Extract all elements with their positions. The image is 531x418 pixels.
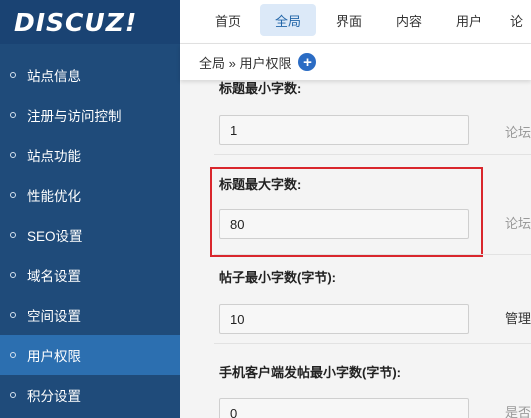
highlight-box — [210, 167, 483, 257]
sidebar-item-label: 空间设置 — [27, 309, 81, 324]
tab-global[interactable]: 全局 — [260, 4, 316, 36]
sidebar-item-label: 积分设置 — [27, 389, 81, 404]
field-hint-title-min: 论坛 — [505, 125, 531, 140]
field-hint-mobile-min: 是否 — [505, 405, 531, 418]
sidebar-item-label: SEO设置 — [27, 229, 83, 244]
bullet-icon — [10, 352, 16, 358]
tab-home[interactable]: 首页 — [204, 4, 252, 36]
post-min-input[interactable]: 10 — [219, 304, 469, 334]
sidebar-item-space[interactable]: 空间设置 — [0, 295, 180, 335]
top-nav: 首页 全局 界面 内容 用户 论 — [180, 0, 531, 44]
field-hint-title-max: 论坛 — [505, 216, 531, 231]
sidebar-item-domain[interactable]: 域名设置 — [0, 255, 180, 295]
field-label-title-min: 标题最小字数: — [219, 81, 302, 96]
sidebar-item-label: 用户权限 — [27, 349, 81, 364]
field-label-mobile-min: 手机客户端发帖最小字数(字节): — [219, 365, 401, 380]
tab-users[interactable]: 用户 — [444, 4, 494, 36]
sidebar-item-credits[interactable]: 积分设置 — [0, 375, 180, 415]
sidebar-item-register-access[interactable]: 注册与访问控制 — [0, 95, 180, 135]
bullet-icon — [10, 232, 16, 238]
tab-forum[interactable]: 论 — [510, 4, 531, 36]
bullet-icon — [10, 152, 16, 158]
tab-interface[interactable]: 界面 — [324, 4, 374, 36]
field-label-post-min: 帖子最小字数(字节): — [219, 270, 336, 285]
bullet-icon — [10, 72, 16, 78]
divider — [214, 154, 531, 155]
sidebar-item-label: 站点功能 — [27, 149, 81, 164]
sidebar-item-label: 注册与访问控制 — [27, 109, 122, 124]
title-min-input[interactable]: 1 — [219, 115, 469, 145]
sidebar-item-site-features[interactable]: 站点功能 — [0, 135, 180, 175]
add-shortcut-icon[interactable]: + — [298, 53, 317, 71]
bullet-icon — [10, 192, 16, 198]
tab-content[interactable]: 内容 — [384, 4, 434, 36]
sidebar-item-seo[interactable]: SEO设置 — [0, 215, 180, 255]
divider — [214, 343, 531, 344]
logo[interactable]: DISCUZ! — [0, 0, 180, 44]
sidebar: DISCUZ! 站点信息 注册与访问控制 站点功能 性能优化 SEO设置 域名设… — [0, 0, 180, 418]
sidebar-item-user-permissions[interactable]: 用户权限 — [0, 335, 180, 375]
breadcrumb: 全局 » 用户权限 + — [180, 44, 531, 80]
breadcrumb-text: 全局 » 用户权限 — [199, 55, 292, 71]
sidebar-item-label: 站点信息 — [27, 69, 81, 84]
sidebar-item-performance[interactable]: 性能优化 — [0, 175, 180, 215]
bullet-icon — [10, 272, 16, 278]
sidebar-item-label: 域名设置 — [27, 269, 81, 284]
settings-form: 标题最小字数: 1 论坛 标题最大字数: 80 论坛 帖子最小字数(字节): 1… — [180, 80, 531, 418]
mobile-min-input[interactable]: 0 — [219, 398, 469, 418]
field-hint-post-min: 管理 — [505, 311, 531, 326]
bullet-icon — [10, 392, 16, 398]
sidebar-item-site-info[interactable]: 站点信息 — [0, 55, 180, 95]
sidebar-item-label: 性能优化 — [27, 189, 81, 204]
bullet-icon — [10, 112, 16, 118]
bullet-icon — [10, 312, 16, 318]
divider — [214, 254, 531, 255]
